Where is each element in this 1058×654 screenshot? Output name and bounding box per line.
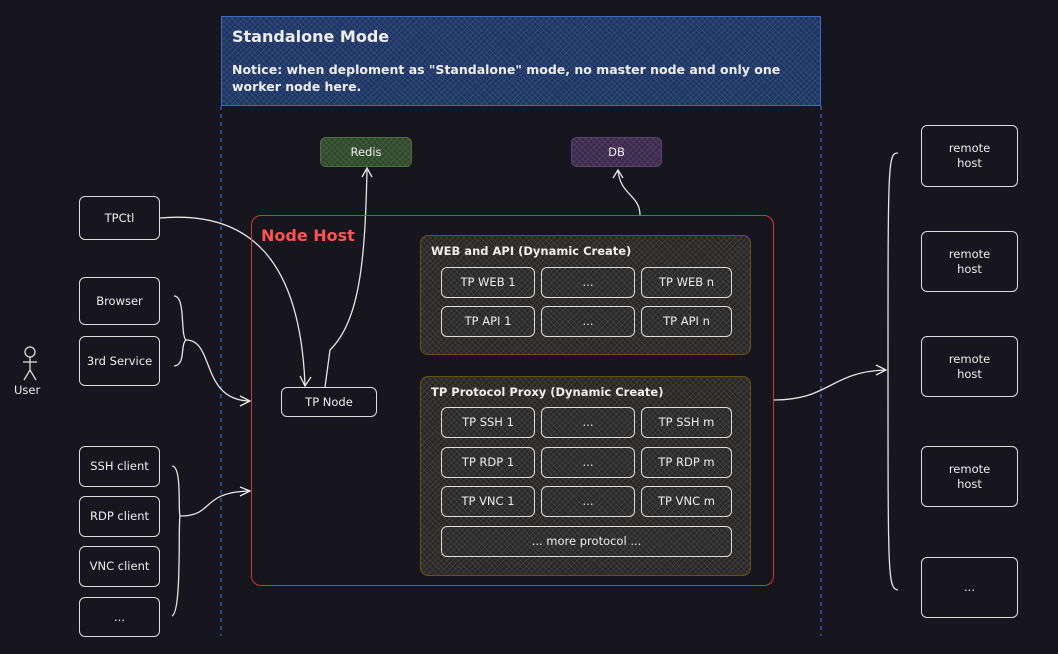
arrow-host-remote: [773, 369, 886, 401]
web-api-instance: TP WEB n: [641, 267, 732, 298]
proxy-instance: TP RDP 1: [441, 447, 535, 478]
web-api-instance: TP API n: [641, 306, 732, 337]
redis-box: Redis: [320, 137, 412, 167]
brace-remote: [887, 152, 899, 591]
proxy-instance: TP SSH m: [641, 407, 732, 438]
ssh-client-box: SSH client: [79, 446, 160, 487]
brace-clients: [171, 465, 181, 617]
proxy-title: TP Protocol Proxy (Dynamic Create): [431, 385, 664, 399]
banner-notice: Notice: when deploment as "Standalone" m…: [232, 62, 781, 94]
db-box: DB: [571, 137, 662, 167]
browser-box: Browser: [79, 277, 160, 325]
rdp-client-box: RDP client: [79, 496, 160, 537]
remote-host-box: remote host: [921, 336, 1018, 397]
banner-title: Standalone Mode: [232, 27, 390, 46]
remote-host-box: remote host: [921, 446, 1018, 507]
user-icon: [23, 346, 37, 381]
proxy-instance: TP RDP m: [641, 447, 732, 478]
remote-host-more-box: ...: [921, 557, 1018, 618]
proxy-instance: ...: [541, 407, 635, 438]
web-api-instance: TP API 1: [441, 306, 535, 337]
remote-host-box: remote host: [921, 231, 1018, 292]
node-host-title: Node Host: [261, 226, 355, 245]
web-api-instance: ...: [541, 306, 635, 337]
user-label: User: [14, 383, 41, 397]
standalone-mode-banner: Standalone Mode Notice: when deploment a…: [221, 16, 821, 106]
more-protocol-box: ... more protocol ...: [441, 526, 732, 557]
arrow-host-db: [617, 169, 641, 216]
proxy-instance: TP VNC 1: [441, 486, 535, 517]
tp-node-box: TP Node: [281, 387, 377, 417]
web-api-title: WEB and API (Dynamic Create): [431, 244, 632, 258]
third-service-box: 3rd Service: [79, 336, 160, 386]
web-api-instance: TP WEB 1: [441, 267, 535, 298]
tpctl-box: TPCtl: [79, 196, 160, 240]
arrow-web-node: [185, 339, 251, 402]
proxy-instance: TP VNC m: [641, 486, 732, 517]
vnc-client-box: VNC client: [79, 546, 160, 587]
proxy-instance: TP SSH 1: [441, 407, 535, 438]
remote-host-box: remote host: [921, 125, 1018, 187]
proxy-instance: ...: [541, 486, 635, 517]
brace-web: [173, 295, 188, 367]
web-api-instance: ...: [541, 267, 635, 298]
more-client-box: ...: [79, 597, 160, 637]
proxy-instance: ...: [541, 447, 635, 478]
arrow-clients-host: [179, 490, 251, 517]
